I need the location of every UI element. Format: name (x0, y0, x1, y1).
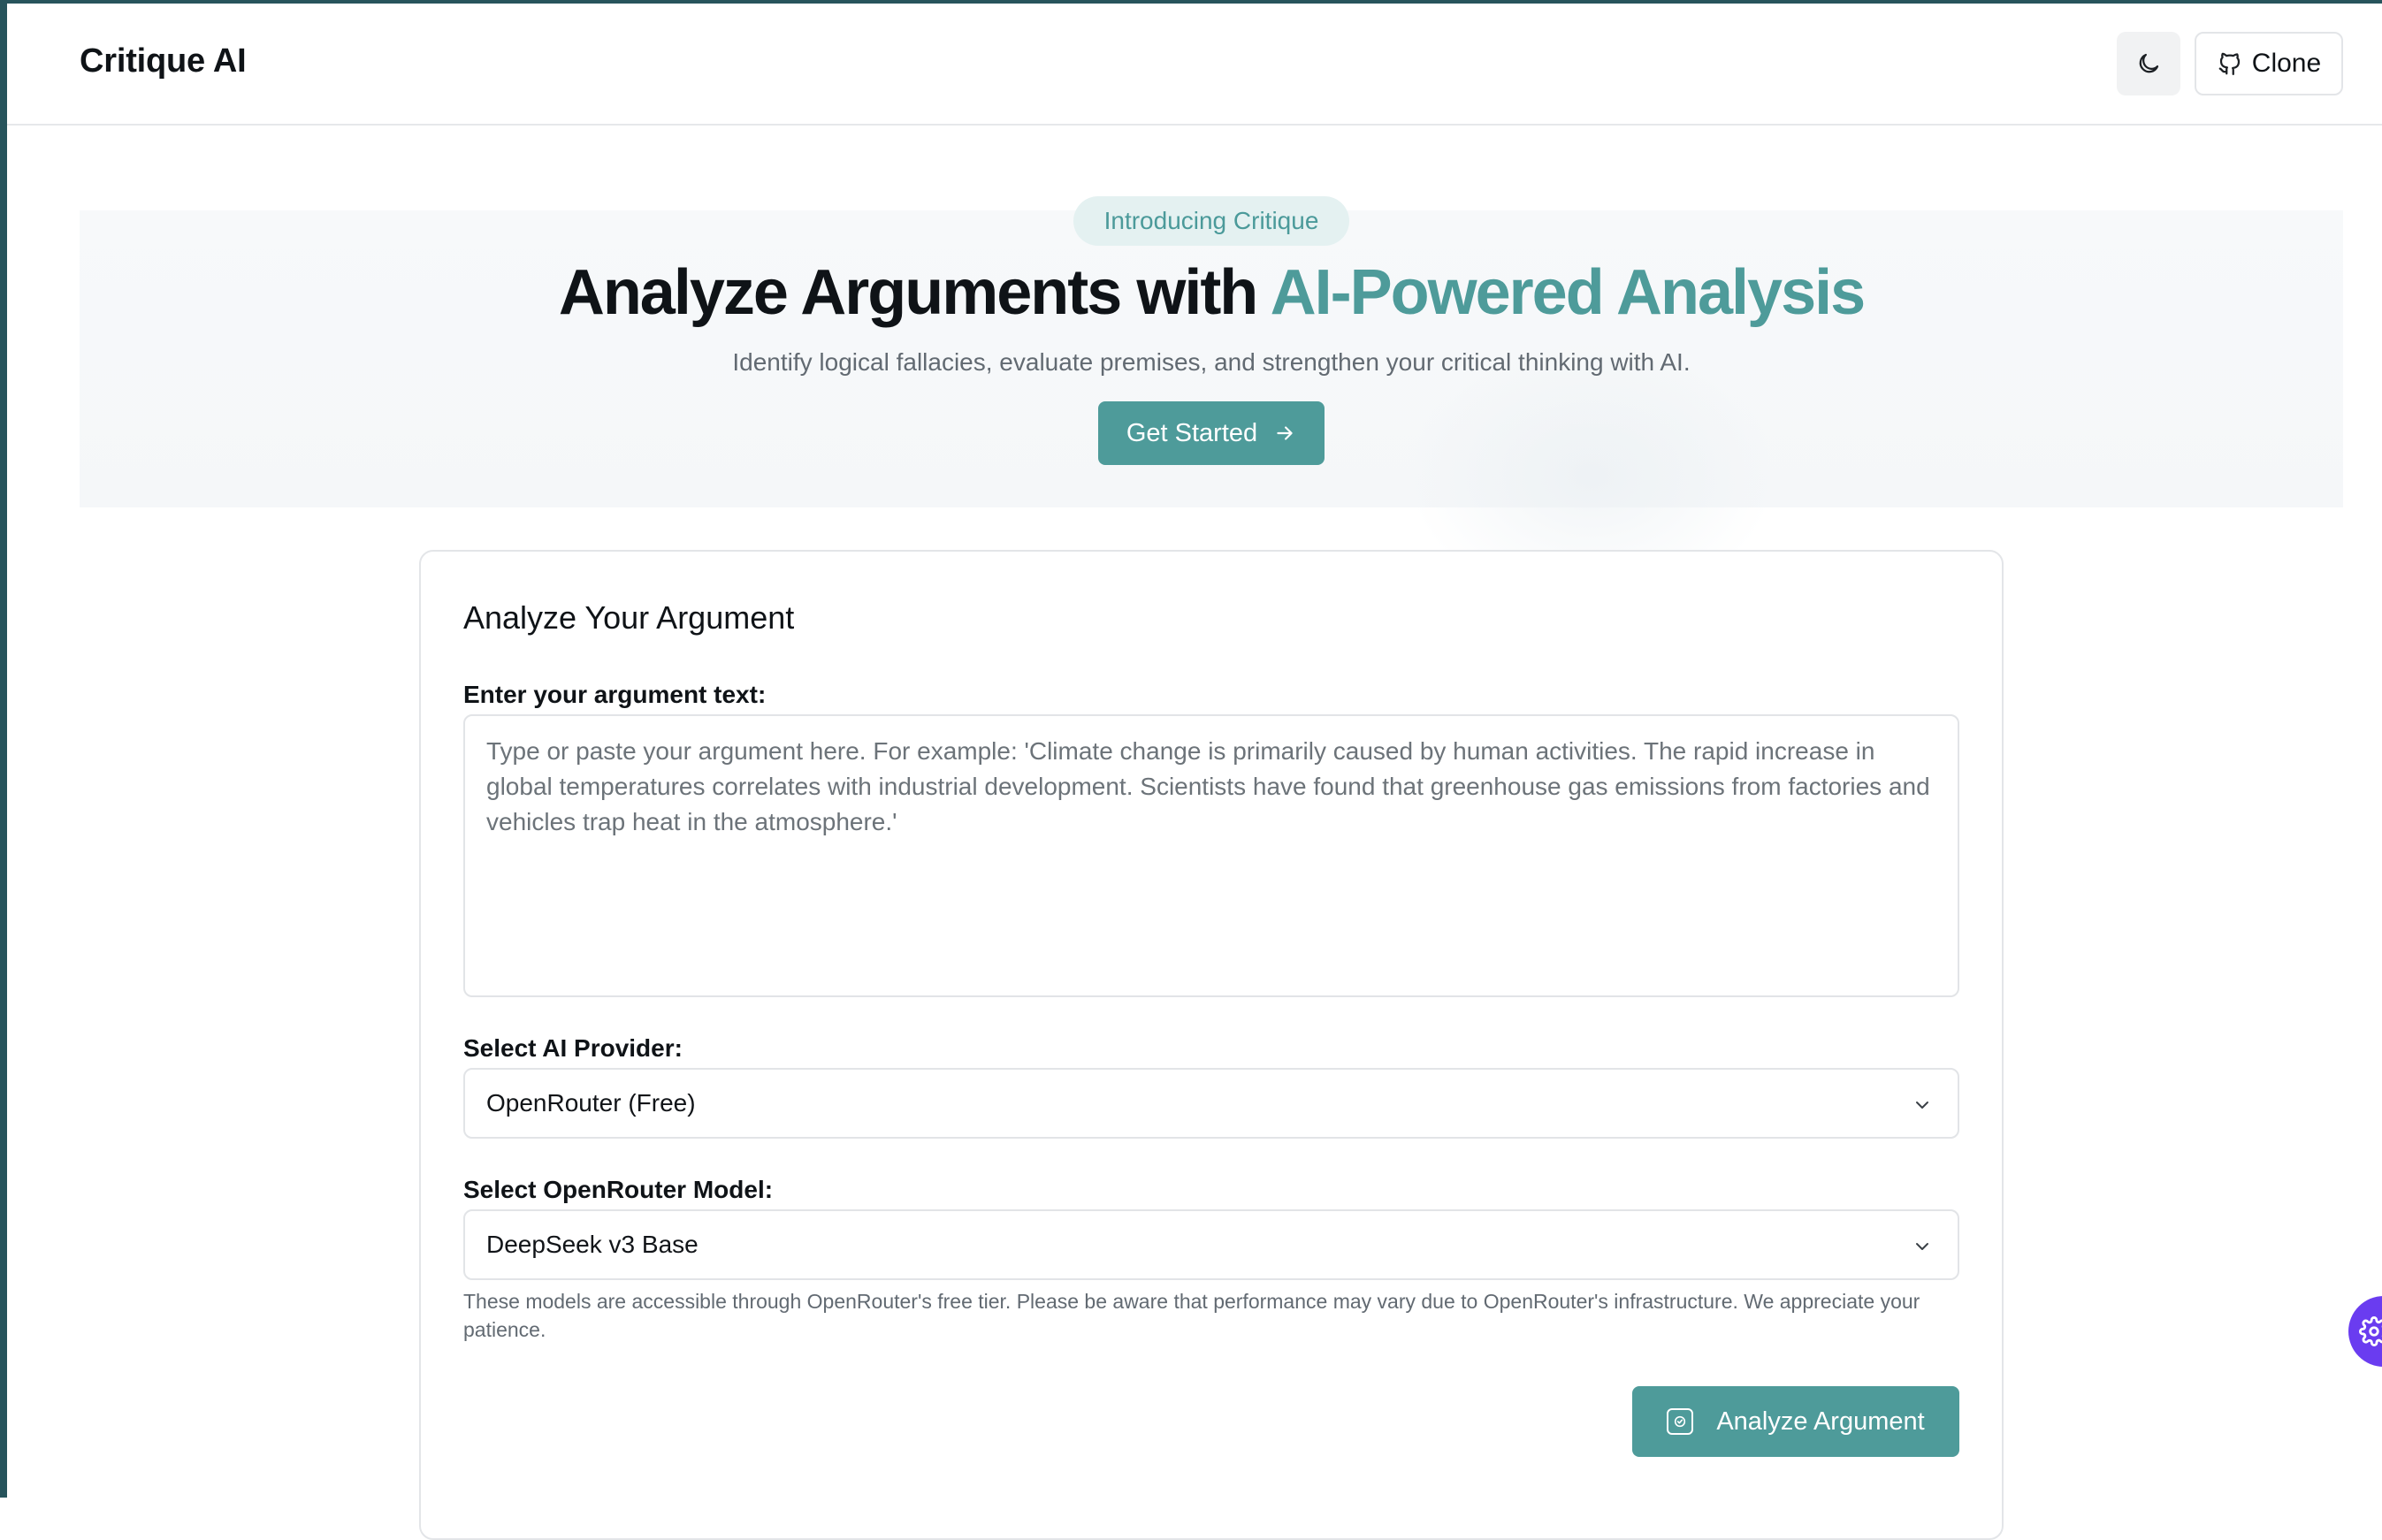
moon-icon (2139, 53, 2159, 73)
provider-select[interactable]: OpenRouter (Free) (463, 1068, 1959, 1139)
clone-button[interactable]: Clone (2195, 32, 2343, 95)
hero-title-accent: AI-Powered Analysis (1270, 257, 1867, 328)
argument-label: Enter your argument text: (463, 681, 767, 708)
hero-subtitle: Identify logical fallacies, evaluate pre… (732, 348, 1691, 376)
card-title: Analyze Your Argument (463, 599, 795, 636)
provider-label: Select AI Provider: (463, 1034, 683, 1062)
brand-logo-text[interactable]: Critique AI (80, 42, 247, 80)
analyze-argument-button[interactable]: Analyze Argument (1632, 1386, 1959, 1457)
github-icon (2218, 52, 2240, 75)
model-label: Select OpenRouter Model: (463, 1176, 774, 1203)
theme-toggle-button[interactable] (2117, 32, 2180, 95)
chevron-down-icon (1916, 1243, 1928, 1250)
analyze-argument-label: Analyze Argument (1716, 1407, 1925, 1436)
intro-badge: Introducing Critique (1073, 196, 1349, 246)
chevron-down-icon (1916, 1102, 1928, 1109)
top-navbar: Critique AI Clone (7, 4, 2382, 126)
get-started-label: Get Started (1126, 418, 1258, 447)
gear-icon (2359, 1316, 2382, 1346)
arrow-right-icon (1277, 426, 1293, 440)
get-started-button[interactable]: Get Started (1098, 401, 1325, 465)
clone-button-label: Clone (2251, 49, 2322, 78)
check-badge-icon (1667, 1408, 1694, 1435)
argument-textarea[interactable] (463, 714, 1959, 997)
model-select-value: DeepSeek v3 Base (486, 1231, 699, 1258)
hero-title-plain: Analyze Arguments with (558, 257, 1271, 328)
model-note: These models are accessible through Open… (463, 1290, 1920, 1341)
hero-title: Analyze Arguments with AI-Powered Analys… (0, 256, 2382, 329)
model-select[interactable]: DeepSeek v3 Base (463, 1209, 1959, 1280)
floating-settings-widget[interactable] (2348, 1296, 2382, 1367)
window-left-edge (0, 0, 7, 1498)
provider-select-value: OpenRouter (Free) (486, 1089, 696, 1117)
